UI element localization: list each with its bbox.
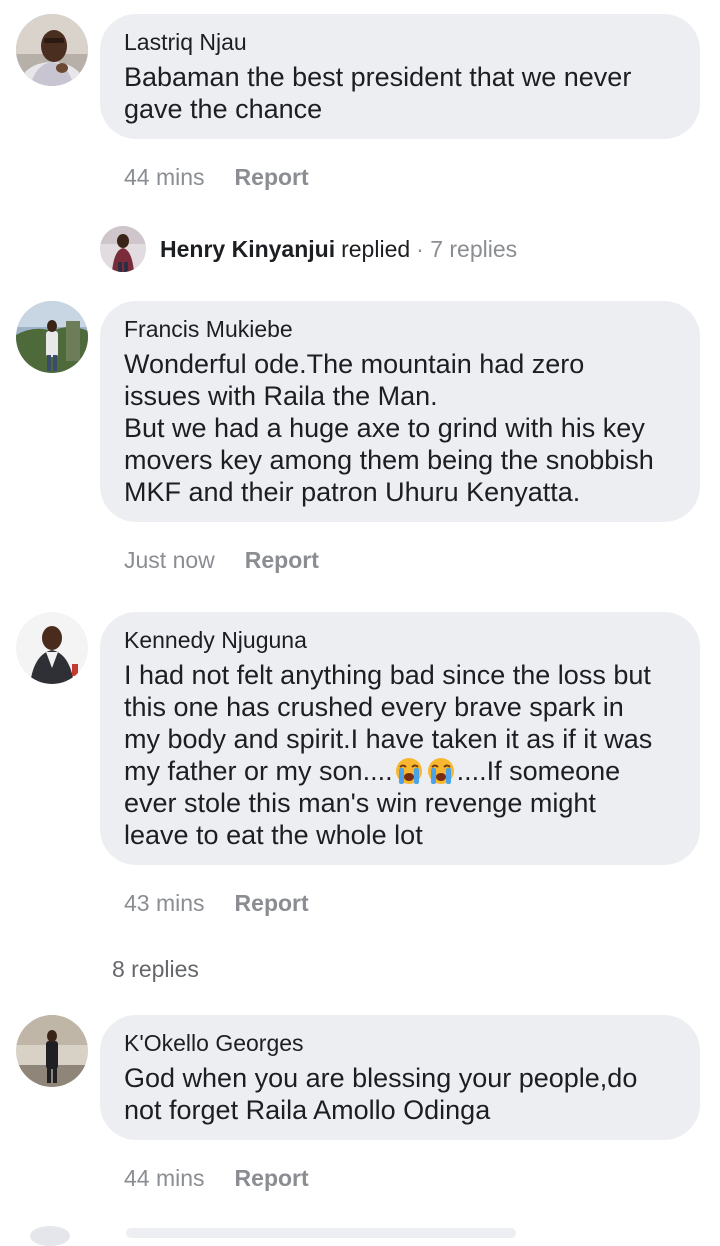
comment-meta: Just now Report (124, 545, 319, 575)
comment-text: God when you are blessing your people,do… (124, 1062, 678, 1126)
comment-text-line: issues with Raila the Man. (124, 381, 438, 411)
comment-text-line: my father or my son.... ....If someone (124, 755, 678, 787)
comment-author[interactable]: Kennedy Njuguna (124, 625, 678, 655)
comment-meta: 44 mins Report (124, 1163, 309, 1193)
comment-bubble: K'Okello Georges God when you are blessi… (100, 1015, 700, 1140)
comment-text-line: leave to eat the whole lot (124, 820, 423, 850)
comment-text-line: gave the chance (124, 94, 323, 124)
reply-count[interactable]: · 7 replies (416, 236, 517, 263)
comment-time: 44 mins (124, 164, 205, 190)
report-button[interactable]: Report (235, 1165, 309, 1191)
comment-text-line: movers key among them being the snobbish (124, 445, 654, 475)
report-button[interactable]: Report (245, 547, 319, 573)
avatar-henry-kinyanjui (100, 226, 146, 272)
report-button[interactable]: Report (235, 890, 309, 916)
next-comment-bubble (126, 1228, 516, 1238)
comment-author[interactable]: Francis Mukiebe (124, 314, 678, 344)
avatar-lastriq-njau[interactable] (16, 14, 88, 86)
comment-author[interactable]: Lastriq Njau (124, 27, 678, 57)
comment-text-fragment: my father or my son.... (124, 756, 393, 786)
loudly-crying-face-emoji (425, 756, 457, 786)
reply-preview[interactable]: Henry Kinyanjui replied · 7 replies (100, 226, 517, 272)
comment-text-line: I had not felt anything bad since the lo… (124, 660, 651, 690)
comment-time: 43 mins (124, 890, 205, 916)
avatar-kennedy-njuguna[interactable] (16, 612, 88, 684)
report-button[interactable]: Report (235, 164, 309, 190)
comment-text-line: this one has crushed every brave spark i… (124, 692, 624, 722)
comment-text-line: God when you are blessing your people,do (124, 1063, 638, 1093)
comment-bubble: Francis Mukiebe Wonderful ode.The mounta… (100, 301, 700, 522)
comment-meta: 43 mins Report (124, 888, 309, 918)
comment-time: Just now (124, 547, 215, 573)
reply-verb: replied (341, 235, 411, 262)
reply-author-name[interactable]: Henry Kinyanjui (160, 236, 335, 263)
comment-text-line: ever stole this man's win revenge might (124, 788, 596, 818)
comment-bubble: Kennedy Njuguna I had not felt anything … (100, 612, 700, 865)
comment-text: Babaman the best president that we never… (124, 61, 678, 125)
comment-text-line: Babaman the best president that we never (124, 62, 632, 92)
next-comment-avatar (30, 1226, 70, 1246)
comment-bubble: Lastriq Njau Babaman the best president … (100, 14, 700, 139)
comment-author[interactable]: K'Okello Georges (124, 1028, 678, 1058)
comment-text-fragment: ....If someone (456, 756, 621, 786)
avatar-kokello-georges[interactable] (16, 1015, 88, 1087)
comment-text-line: my body and spirit.I have taken it as if… (124, 724, 653, 754)
comment-text-line: MKF and their patron Uhuru Kenyatta. (124, 477, 581, 507)
comment-text-line: not forget Raila Amollo Odinga (124, 1095, 491, 1125)
comment-text: I had not felt anything bad since the lo… (124, 659, 678, 851)
view-replies-link[interactable]: 8 replies (112, 954, 199, 984)
comment-text: Wonderful ode.The mountain had zero issu… (124, 348, 678, 508)
comment-meta: 44 mins Report (124, 162, 309, 192)
comment-time: 44 mins (124, 1165, 205, 1191)
comment-text-line: Wonderful ode.The mountain had zero (124, 349, 585, 379)
loudly-crying-face-emoji (393, 756, 425, 786)
avatar-francis-mukiebe[interactable] (16, 301, 88, 373)
comment-text-line: But we had a huge axe to grind with his … (124, 413, 645, 443)
